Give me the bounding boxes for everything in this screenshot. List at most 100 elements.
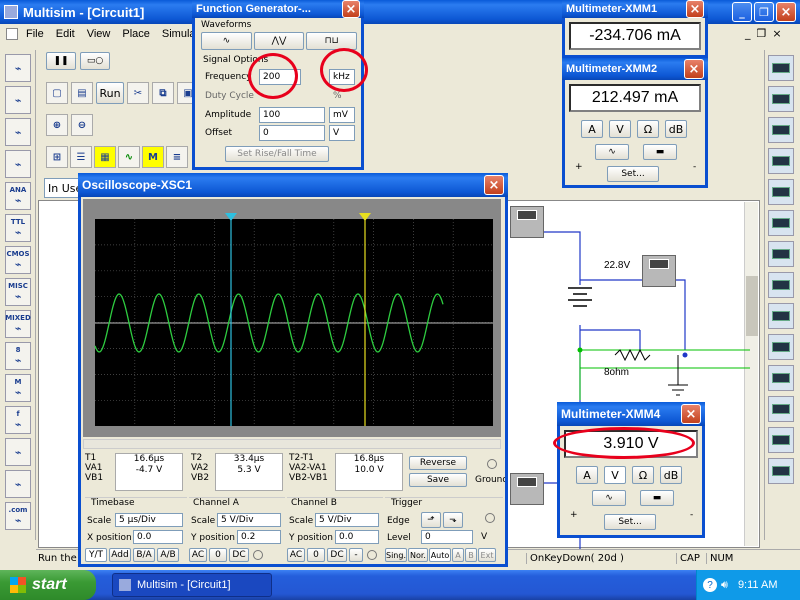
timebase-scale-field[interactable]: 5 µs/Div	[115, 513, 183, 527]
ttl-icon[interactable]: TTL ⌁	[5, 214, 31, 242]
amplitude-field[interactable]: 100	[259, 107, 325, 123]
postprocessor-icon[interactable]: M	[142, 146, 164, 168]
add-button[interactable]: Add	[109, 548, 131, 562]
minimize-button[interactable]: _	[732, 2, 752, 22]
rf-icon[interactable]: f ⌁	[5, 406, 31, 434]
scope-hscrollbar[interactable]	[83, 439, 501, 449]
ba-button[interactable]: B/A	[133, 548, 155, 562]
scope-title-bar[interactable]: Oscilloscope-XSC1	[78, 173, 508, 197]
zoom-out-icon[interactable]: ⊖	[71, 114, 93, 136]
level-unit[interactable]: V	[481, 532, 487, 542]
xmm2-ac-button[interactable]: ∿	[595, 144, 629, 160]
misc2-icon[interactable]: M ⌁	[5, 374, 31, 402]
xmm4-set-button[interactable]: Set...	[604, 514, 656, 530]
trigger-a-button[interactable]: A	[452, 548, 464, 562]
indicator-icon[interactable]: 8 ⌁	[5, 342, 31, 370]
help-tray-icon[interactable]: ?	[703, 578, 717, 592]
chb-ac-button[interactable]: AC	[287, 548, 305, 562]
analog-icon[interactable]: ANA ⌁	[5, 182, 31, 210]
xmm2-dc-button[interactable]: ▬	[643, 144, 677, 160]
instrument-icon[interactable]	[768, 117, 794, 143]
cmos-icon[interactable]: CMOS ⌁	[5, 246, 31, 274]
menu-place[interactable]: Place	[122, 28, 150, 40]
source-icon[interactable]: ⌁	[5, 54, 31, 82]
speaker-tray-icon[interactable]: 🔊︎	[721, 579, 728, 592]
zoom-in-icon[interactable]: ⊕	[46, 114, 68, 136]
save-button[interactable]: Save	[409, 473, 467, 487]
cha-ypos-field[interactable]: 0.2	[237, 530, 281, 544]
chb-zero-button[interactable]: 0	[307, 548, 325, 562]
menu-file[interactable]: File	[26, 28, 44, 40]
offset-unit-select[interactable]: V	[329, 125, 355, 141]
meter-symbol-xmm3[interactable]	[642, 255, 676, 287]
transistor-icon[interactable]: ⌁	[5, 150, 31, 178]
offset-field[interactable]: 0	[259, 125, 325, 141]
instrument-icon[interactable]	[768, 458, 794, 484]
menu-view[interactable]: View	[87, 28, 111, 40]
scope-close-button[interactable]: ×	[484, 175, 504, 195]
grapher-icon[interactable]: ▦	[94, 146, 116, 168]
instrument-icon[interactable]	[768, 210, 794, 236]
chb-dc-button[interactable]: DC	[327, 548, 347, 562]
mdi-restore-button[interactable]: ❐	[757, 27, 773, 40]
xmm4-volt-button[interactable]: V	[604, 466, 626, 484]
sine-wave-button[interactable]: ∿	[201, 32, 252, 50]
simulate-switch[interactable]: ▭○	[80, 52, 110, 70]
xpos-field[interactable]: 0.0	[133, 530, 183, 544]
instrument-icon[interactable]	[768, 365, 794, 391]
xmm4-db-button[interactable]: dB	[660, 466, 682, 484]
instrument-icon[interactable]	[768, 86, 794, 112]
xmm4-ohm-button[interactable]: Ω	[632, 466, 654, 484]
auto-button[interactable]: Auto	[429, 548, 451, 562]
xmm2-db-button[interactable]: dB	[665, 120, 687, 138]
close-button[interactable]: ×	[776, 2, 796, 22]
xmm4-ac-button[interactable]: ∿	[592, 490, 626, 506]
cha-scale-field[interactable]: 5 V/Div	[217, 513, 281, 527]
mixed-icon[interactable]: MIXED ⌁	[5, 310, 31, 338]
func-gen-title-bar[interactable]: Function Generator-...	[192, 0, 364, 18]
database-icon[interactable]: ☰	[70, 146, 92, 168]
xmm2-set-button[interactable]: Set...	[607, 166, 659, 182]
xmm4-amp-button[interactable]: A	[576, 466, 598, 484]
meter-symbol-xmm1[interactable]	[510, 473, 544, 505]
instrument-icon[interactable]	[768, 55, 794, 81]
cha-zero-button[interactable]: 0	[209, 548, 227, 562]
func-gen-close-button[interactable]: ×	[342, 0, 360, 18]
instrument-icon[interactable]	[768, 427, 794, 453]
list-icon[interactable]: ≡	[166, 146, 188, 168]
diode-icon[interactable]: ⌁	[5, 118, 31, 146]
mdi-close-button[interactable]: ×	[772, 27, 787, 40]
instrument-icon[interactable]	[768, 179, 794, 205]
run-button[interactable]: Run	[96, 82, 124, 104]
xmm2-close-button[interactable]: ×	[684, 59, 704, 79]
rising-edge-button[interactable]: ⬏	[421, 512, 441, 528]
trigger-ext-button[interactable]: Ext	[478, 548, 496, 562]
xmm2-amp-button[interactable]: A	[581, 120, 603, 138]
level-field[interactable]: 0	[421, 530, 473, 544]
xmm4-close-button[interactable]: ×	[681, 404, 701, 424]
instrument-icon[interactable]	[768, 241, 794, 267]
instrument-icon[interactable]	[768, 303, 794, 329]
restore-button[interactable]: ❐	[754, 2, 774, 22]
electromech-icon[interactable]: ⌁	[5, 438, 31, 466]
menu-edit[interactable]: Edit	[56, 28, 75, 40]
cha-ac-button[interactable]: AC	[189, 548, 207, 562]
yt-button[interactable]: Y/T	[85, 548, 107, 562]
cha-dc-button[interactable]: DC	[229, 548, 249, 562]
web-icon[interactable]: .com ⌁	[5, 502, 31, 530]
hierarchy-icon[interactable]: ⊞	[46, 146, 68, 168]
square-wave-button[interactable]: ⊓⊔	[306, 32, 358, 50]
ab-button[interactable]: A/B	[157, 548, 179, 562]
meter-symbol-xmm2[interactable]	[510, 206, 544, 238]
instrument-icon[interactable]	[768, 334, 794, 360]
amplitude-unit-select[interactable]: mV	[329, 107, 355, 123]
misc-icon[interactable]: MISC ⌁	[5, 278, 31, 306]
analysis-icon[interactable]: ∿	[118, 146, 140, 168]
instrument-icon[interactable]	[768, 148, 794, 174]
instrument-icon[interactable]	[768, 396, 794, 422]
chb-minus-button[interactable]: -	[349, 548, 363, 562]
ladder-icon[interactable]: ⌁	[5, 470, 31, 498]
xmm2-volt-button[interactable]: V	[609, 120, 631, 138]
taskbar-button-multisim[interactable]: Multisim - [Circuit1]	[112, 573, 272, 597]
start-button[interactable]: start	[0, 570, 96, 600]
